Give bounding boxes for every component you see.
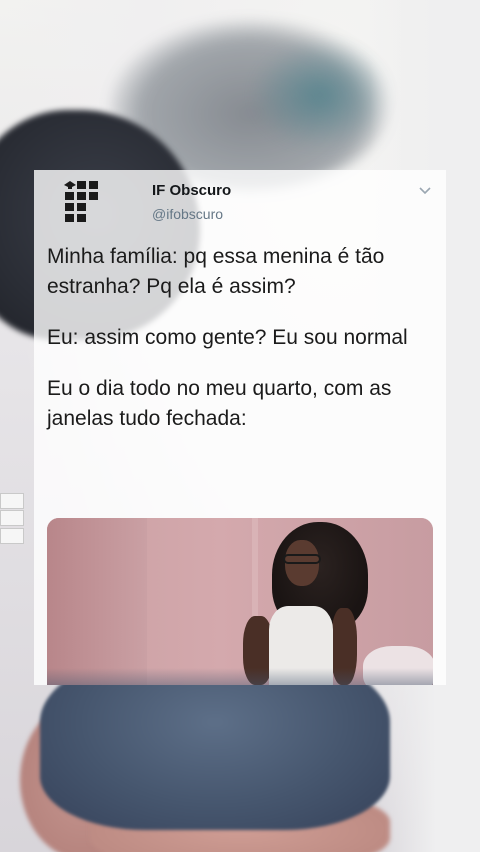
background-teal-blur — [250, 40, 390, 150]
wall-switch — [0, 510, 24, 526]
chevron-down-icon[interactable] — [418, 184, 432, 198]
wall-switch — [0, 528, 24, 544]
tweet-text: Minha família: pq essa menina é tão estr… — [47, 242, 437, 455]
display-name[interactable]: IF Obscuro — [152, 182, 231, 199]
photo-overlay — [47, 668, 433, 685]
if-institute-logo-icon[interactable] — [64, 180, 100, 222]
tweet-paragraph: Eu o dia todo no meu quarto, com as jane… — [47, 377, 392, 430]
tweet-card[interactable]: IF Obscuro @ifobscuro Minha família: pq … — [34, 170, 446, 685]
tweet-media-photo[interactable] — [47, 518, 433, 685]
user-handle[interactable]: @ifobscuro — [152, 206, 223, 222]
tweet-paragraph: Eu: assim como gente? Eu sou normal — [47, 326, 408, 349]
photo-door — [47, 518, 147, 685]
wall-switch — [0, 493, 24, 509]
photo-person-glasses — [283, 554, 321, 564]
tweet-header: IF Obscuro @ifobscuro — [64, 178, 444, 228]
tweet-paragraph: Minha família: pq essa menina é tão estr… — [47, 245, 385, 298]
